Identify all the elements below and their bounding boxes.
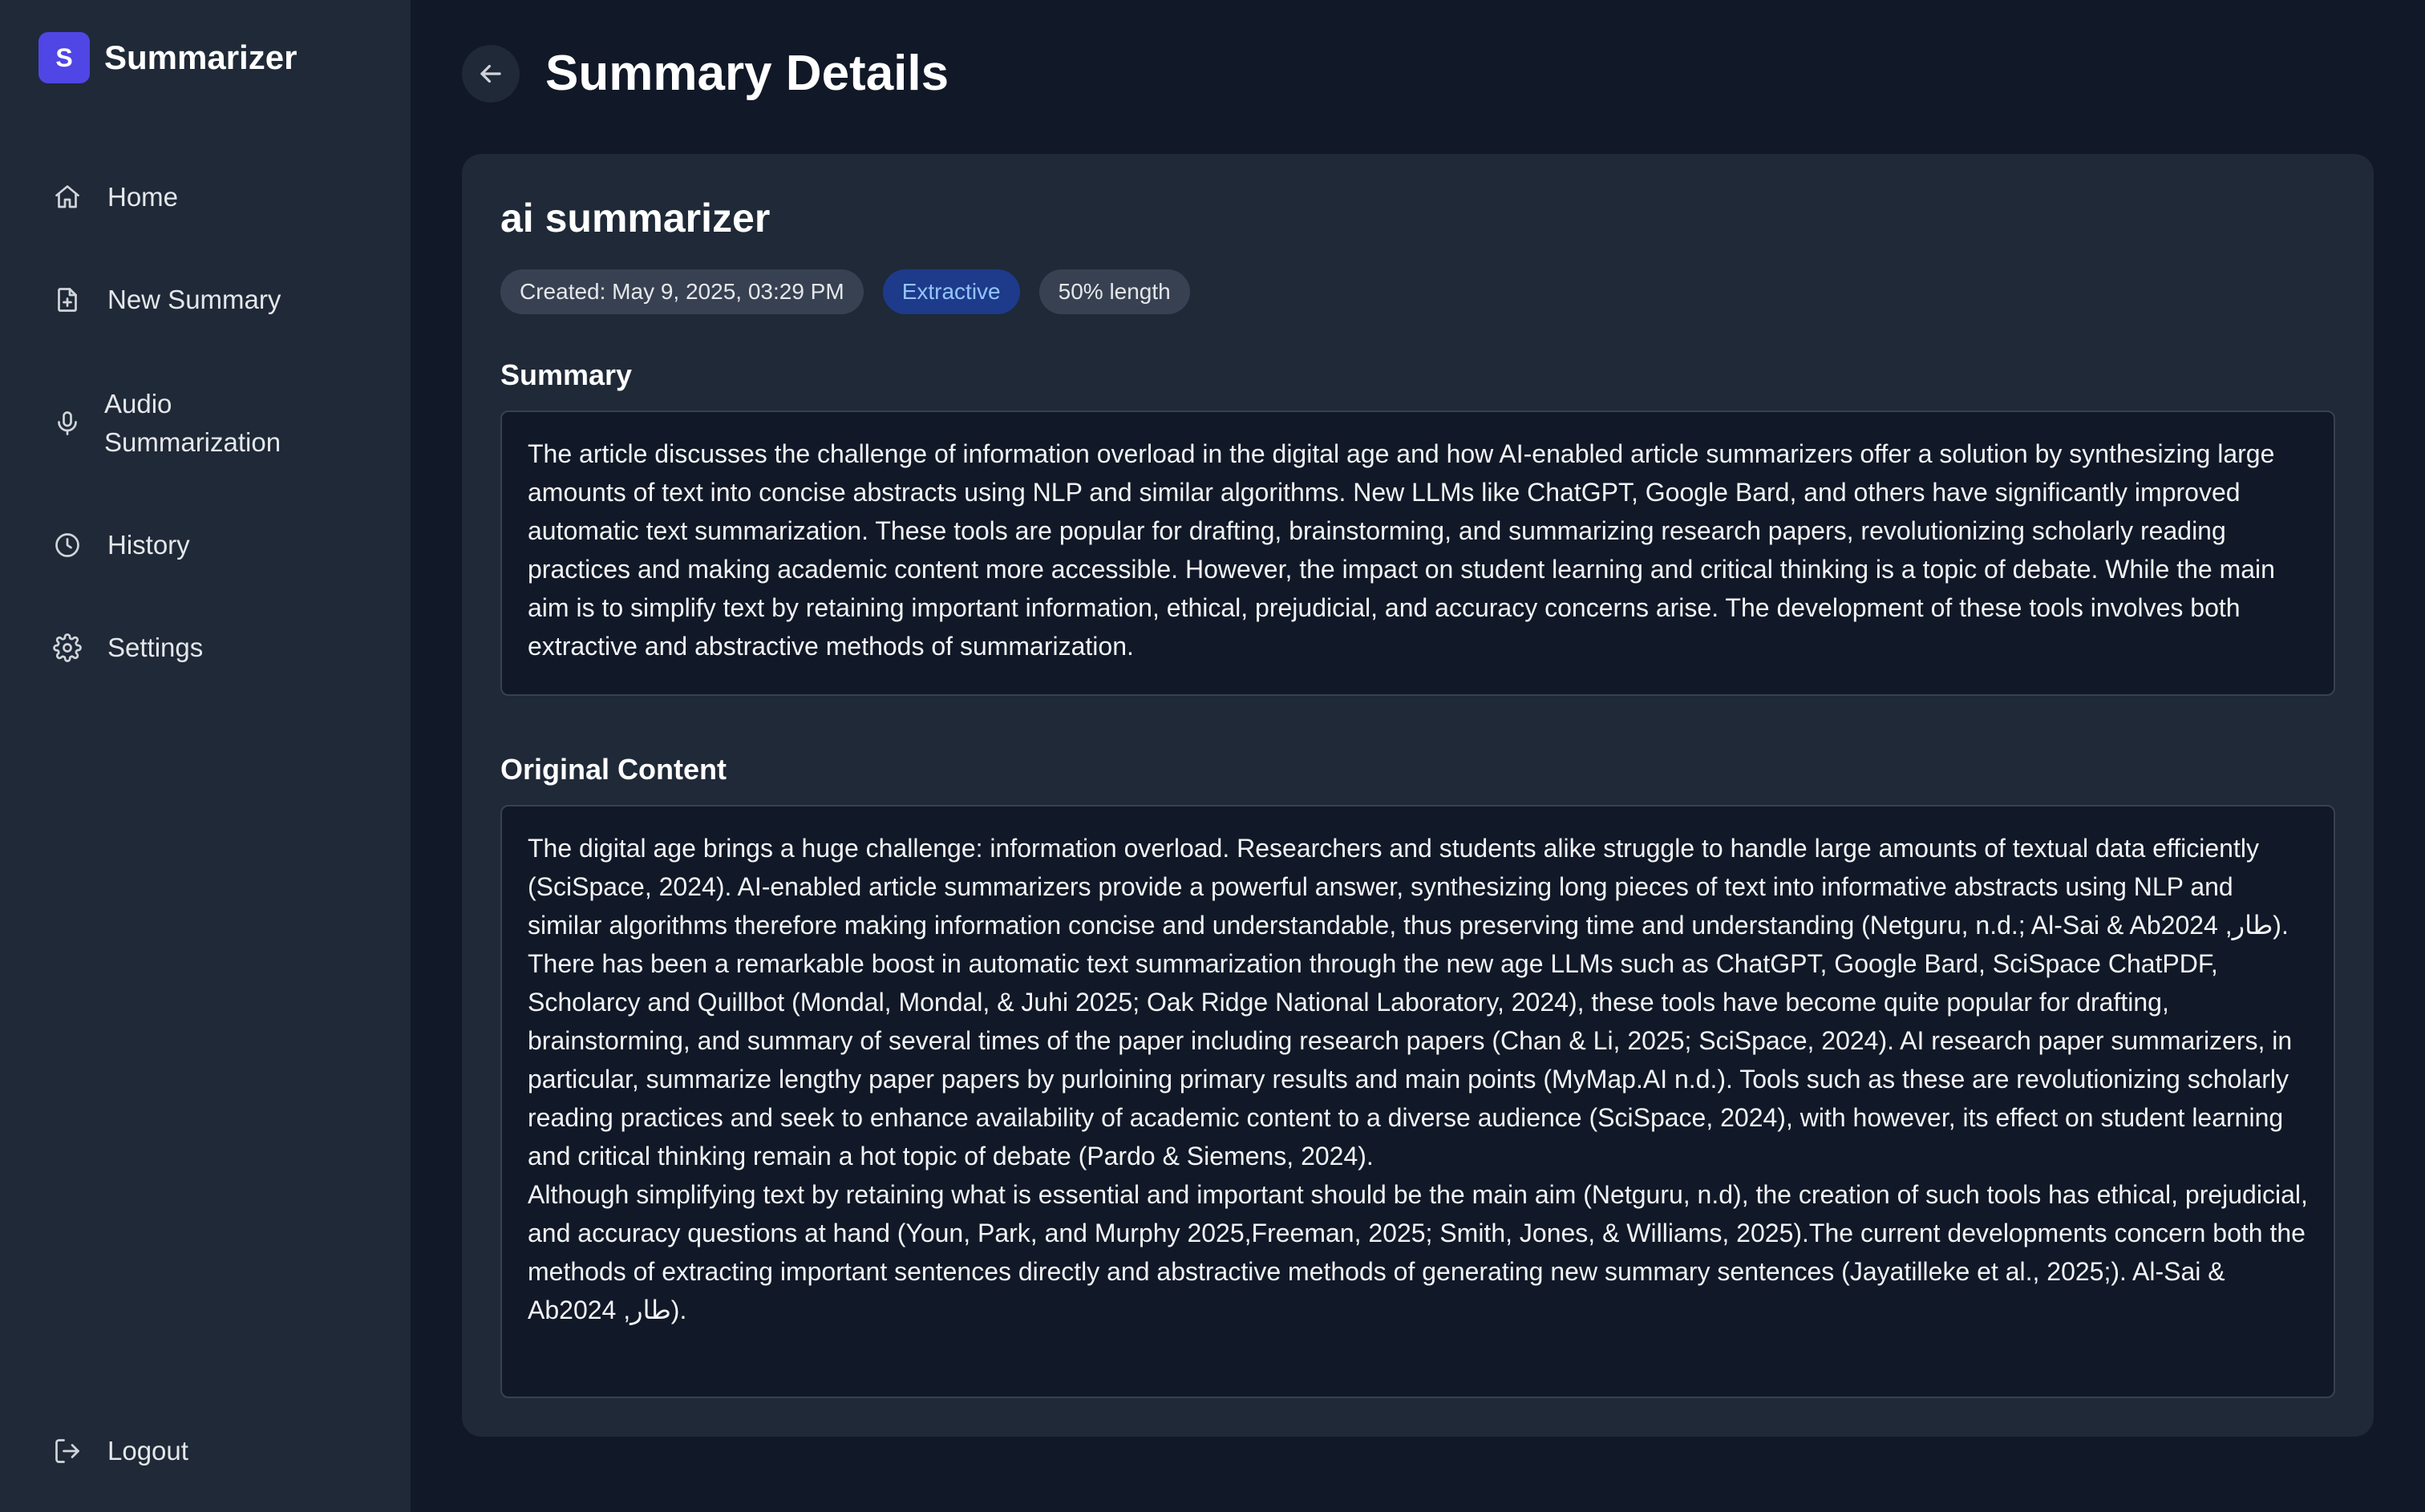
logout-icon <box>53 1437 82 1466</box>
sidebar-item-label: New Summary <box>107 285 281 314</box>
summary-title: ai summarizer <box>500 196 771 241</box>
summary-text-box: The article discusses the challenge of i… <box>500 410 2335 696</box>
logout-label: Logout <box>107 1436 188 1466</box>
summary-detail-card: ai summarizer Created: May 9, 2025, 03:2… <box>462 154 2374 1437</box>
sidebar-item-label: History <box>107 530 190 560</box>
summary-text: The article discusses the challenge of i… <box>528 439 2275 661</box>
microphone-icon <box>53 409 82 438</box>
page-title: Summary Details <box>545 46 949 101</box>
home-icon <box>53 183 82 212</box>
original-content-box: The digital age brings a huge challenge:… <box>500 805 2335 1398</box>
sidebar-item-new-summary[interactable]: New Summary <box>38 281 375 319</box>
gear-icon <box>53 633 82 662</box>
sidebar-item-home[interactable]: Home <box>38 178 375 216</box>
method-badge: Extractive <box>882 269 1020 314</box>
back-button[interactable] <box>462 45 520 103</box>
badge-row: Created: May 9, 2025, 03:29 PM Extractiv… <box>500 269 1190 314</box>
sidebar-item-audio-summarization[interactable]: Audio Summarization <box>38 385 375 462</box>
file-plus-icon <box>53 285 82 314</box>
sidebar: S Summarizer Home New Summary Audio Summ… <box>0 0 411 1512</box>
sidebar-item-settings[interactable]: Settings <box>38 629 375 667</box>
logout-button[interactable]: Logout <box>38 1432 375 1470</box>
sidebar-item-label: Settings <box>107 633 204 662</box>
original-content-heading: Original Content <box>500 753 727 786</box>
app-root: S Summarizer Home New Summary Audio Summ… <box>0 0 2425 1512</box>
original-paragraph: There has been a remarkable boost in aut… <box>528 949 2293 1170</box>
created-date-badge: Created: May 9, 2025, 03:29 PM <box>500 269 864 314</box>
length-badge: 50% length <box>1038 269 1190 314</box>
sidebar-item-label: Audio Summarization <box>104 389 281 457</box>
brand[interactable]: S Summarizer <box>38 32 297 83</box>
summary-heading: Summary <box>500 358 633 391</box>
original-paragraph: Although simplifying text by retaining w… <box>528 1180 2308 1324</box>
app-logo: S <box>38 32 90 83</box>
sidebar-item-history[interactable]: History <box>38 526 375 564</box>
arrow-left-icon <box>480 64 501 83</box>
clock-icon <box>53 531 82 560</box>
app-name: Summarizer <box>104 38 298 76</box>
original-paragraph: The digital age brings a huge challenge:… <box>528 834 2289 940</box>
sidebar-item-label: Home <box>107 182 179 212</box>
